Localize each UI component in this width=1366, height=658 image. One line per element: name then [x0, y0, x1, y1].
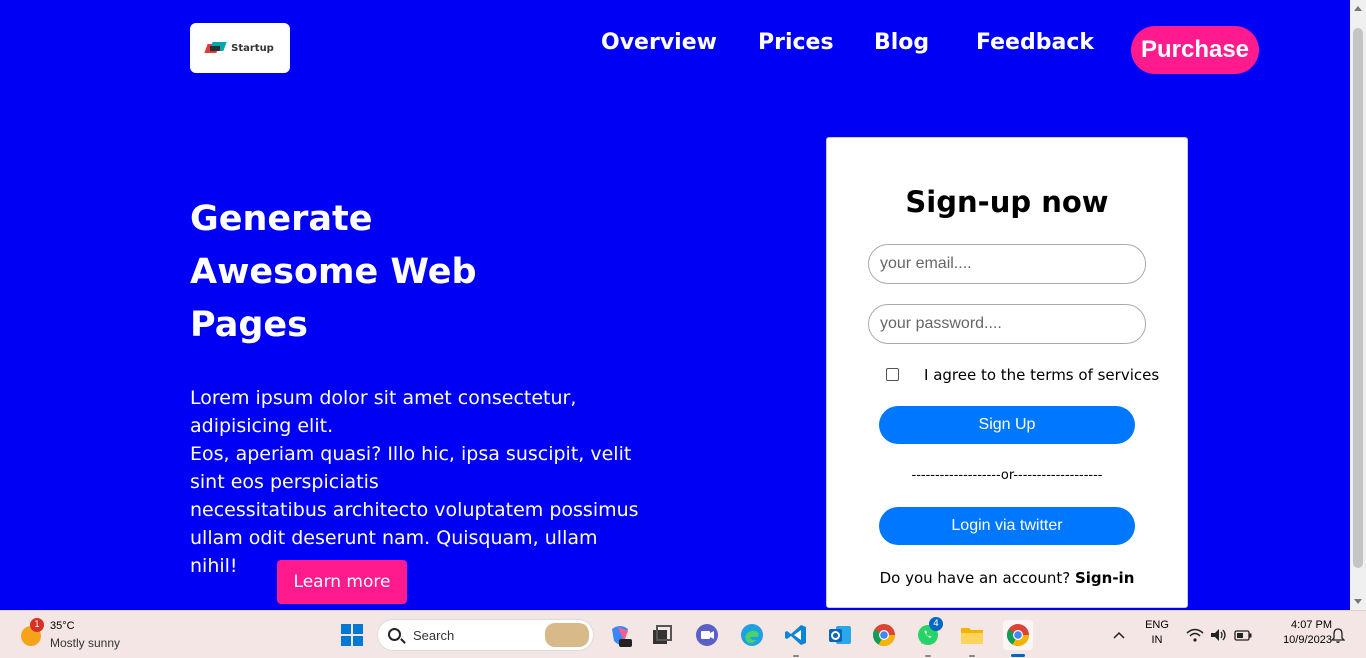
language-top: ENG — [1145, 619, 1169, 631]
or-divider: -------------------or------------------- — [911, 468, 1103, 483]
learn-more-button[interactable]: Learn more — [277, 560, 407, 604]
wifi-icon[interactable] — [1182, 622, 1208, 648]
sign-in-link[interactable]: Sign-in — [1075, 569, 1134, 587]
copilot-icon[interactable] — [607, 622, 633, 648]
scroll-down-arrow-icon[interactable] — [1354, 599, 1362, 604]
vscode-icon[interactable] — [783, 622, 809, 648]
chrome-icon[interactable] — [871, 622, 897, 648]
notification-bell-icon[interactable] — [1325, 622, 1351, 648]
file-explorer-icon[interactable] — [959, 622, 985, 648]
search-icon — [388, 628, 401, 641]
terms-label: I agree to the terms of services — [924, 366, 1160, 384]
scroll-thumb[interactable] — [1353, 28, 1363, 568]
password-input[interactable] — [868, 304, 1146, 344]
nav-prices[interactable]: Prices — [758, 30, 834, 55]
scroll-up-arrow-icon[interactable] — [1354, 6, 1362, 11]
signup-title: Sign-up now — [905, 185, 1109, 219]
terms-checkbox[interactable] — [886, 368, 899, 381]
logo-text: Startup — [231, 42, 274, 54]
clock-date: 10/9/2023 — [1283, 634, 1332, 646]
hero-body-line: adipisicing elit. — [190, 415, 334, 437]
login-twitter-button[interactable]: Login via twitter — [879, 507, 1135, 545]
hero-title-line: Pages — [190, 305, 308, 345]
battery-icon[interactable] — [1230, 622, 1256, 648]
chrome-active-icon[interactable] — [1003, 620, 1033, 650]
whatsapp-running-indicator — [925, 655, 931, 657]
chrome-active-indicator — [1011, 654, 1025, 657]
weather-temp: 35°C — [50, 620, 75, 632]
clock-time: 4:07 PM — [1291, 619, 1332, 631]
vscode-running-indicator — [793, 655, 799, 657]
nav-blog[interactable]: Blog — [874, 30, 929, 55]
hero-body-line: Lorem ipsum dolor sit amet consectetur, — [190, 387, 577, 409]
purchase-button[interactable]: Purchase — [1131, 26, 1259, 74]
outlook-icon[interactable] — [827, 622, 853, 648]
edge-icon[interactable] — [739, 622, 765, 648]
hero-body-line: necessitatibus architecto voluptatem pos… — [190, 499, 639, 521]
logo-mark-icon — [204, 42, 227, 54]
page: Startup Overview Prices Blog Feedback Pu… — [0, 0, 1350, 610]
signup-card: Sign-up now I agree to the terms of serv… — [826, 137, 1188, 608]
language-bottom: IN — [1151, 634, 1163, 646]
explorer-running-indicator — [969, 655, 975, 657]
startup-logo[interactable]: Startup — [190, 23, 290, 73]
hero-body-line: Eos, aperiam quasi? Illo hic, ipsa susci… — [190, 443, 632, 465]
weather-widget[interactable]: 1 35°C Mostly sunny — [18, 618, 148, 654]
search-highlight-image — [545, 623, 589, 647]
account-prompt-text: Do you have an account? — [879, 569, 1071, 587]
hero-title-line: Awesome Web — [190, 252, 477, 292]
email-input[interactable] — [868, 244, 1146, 284]
task-view-icon[interactable] — [649, 622, 675, 648]
hero-description: Lorem ipsum dolor sit amet consectetur, … — [190, 384, 650, 580]
weather-badge: 1 — [30, 618, 44, 632]
teams-icon[interactable] — [694, 622, 720, 648]
windows-start-icon[interactable] — [339, 622, 365, 648]
account-prompt: Do you have an account? Sign-in — [827, 569, 1187, 587]
hero-body-line: sint eos perspiciatis — [190, 471, 379, 493]
show-hidden-icons-chevron-up-icon[interactable] — [1106, 622, 1132, 648]
hero-title: Generate Awesome Web Pages — [190, 193, 510, 352]
clock[interactable]: 4:07 PM 10/9/2023 — [1262, 619, 1332, 646]
windows-taskbar: 1 35°C Mostly sunny Search 4 ENG IN 4:07… — [0, 610, 1366, 658]
language-indicator[interactable]: ENG IN — [1140, 619, 1174, 646]
search-label: Search — [413, 628, 455, 643]
whatsapp-badge: 4 — [929, 617, 943, 631]
weather-condition: Mostly sunny — [50, 636, 121, 650]
sign-up-button[interactable]: Sign Up — [879, 406, 1135, 444]
taskbar-search[interactable]: Search — [377, 619, 594, 651]
nav-feedback[interactable]: Feedback — [976, 30, 1094, 55]
hero-title-line: Generate — [190, 199, 373, 239]
hero-body-line: ullam odit deserunt nam. Quisquam, ullam… — [190, 527, 598, 577]
page-scrollbar[interactable] — [1350, 0, 1366, 610]
nav-overview[interactable]: Overview — [601, 30, 717, 55]
volume-icon[interactable] — [1206, 622, 1232, 648]
